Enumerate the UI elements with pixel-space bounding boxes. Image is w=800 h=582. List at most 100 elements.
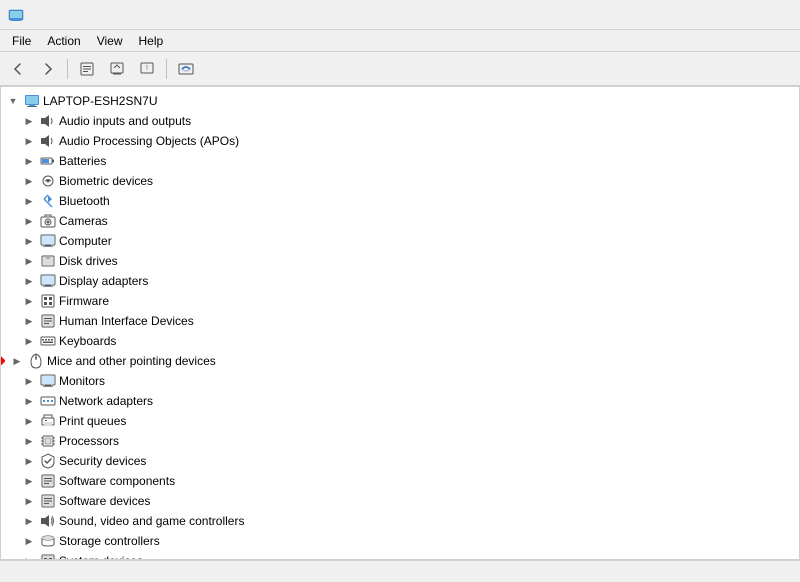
battery-icon (40, 153, 56, 169)
tree-item-batteries[interactable]: Batteries (1, 151, 799, 171)
node-label-software-dev: Software devices (59, 494, 150, 508)
window-controls (654, 0, 792, 30)
tree-item-computer[interactable]: Computer (1, 231, 799, 251)
expand-btn-mice[interactable] (9, 353, 25, 369)
tree-item-sound[interactable]: Sound, video and game controllers (1, 511, 799, 531)
update-driver-button[interactable] (103, 56, 131, 82)
scan-icon (178, 61, 194, 77)
expand-btn-print[interactable] (21, 413, 37, 429)
tree-item-storage[interactable]: Storage controllers (1, 531, 799, 551)
speaker-icon (40, 113, 56, 129)
expand-btn-security[interactable] (21, 453, 37, 469)
expand-btn-software-comp[interactable] (21, 473, 37, 489)
expand-btn-batteries[interactable] (21, 153, 37, 169)
node-label-biometric: Biometric devices (59, 174, 153, 188)
expand-btn-disk[interactable] (21, 253, 37, 269)
monitor-icon (40, 373, 56, 389)
tree-item-system[interactable]: System devices (1, 551, 799, 560)
toolbar-separator-1 (67, 59, 68, 79)
node-label-batteries: Batteries (59, 154, 106, 168)
tree-item-software-dev[interactable]: Software devices (1, 491, 799, 511)
minimize-button[interactable] (654, 0, 700, 30)
expand-btn-computer[interactable] (21, 233, 37, 249)
scan-button[interactable] (172, 56, 200, 82)
tree-item-firmware[interactable]: Firmware (1, 291, 799, 311)
expand-btn-cameras[interactable] (21, 213, 37, 229)
tree-item-display[interactable]: Display adapters (1, 271, 799, 291)
tree-item-bluetooth[interactable]: Bluetooth (1, 191, 799, 211)
root-label: LAPTOP-ESH2SN7U (43, 94, 158, 108)
expand-btn-display[interactable] (21, 273, 37, 289)
back-button[interactable] (4, 56, 32, 82)
tree-item-audio-apo[interactable]: Audio Processing Objects (APOs) (1, 131, 799, 151)
tree-item-hid[interactable]: Human Interface Devices (1, 311, 799, 331)
menu-file[interactable]: File (4, 30, 39, 51)
menu-action[interactable]: Action (39, 30, 88, 51)
forward-button[interactable] (34, 56, 62, 82)
tree-item-keyboards[interactable]: Keyboards (1, 331, 799, 351)
disk-icon (40, 253, 56, 269)
disable-icon: ! (139, 61, 155, 77)
tree-view-container[interactable]: LAPTOP-ESH2SN7U Audio inputs and outputs… (0, 86, 800, 560)
menu-view[interactable]: View (89, 30, 131, 51)
expand-btn-keyboards[interactable] (21, 333, 37, 349)
biometric-icon (40, 173, 56, 189)
tree-item-processors[interactable]: Processors (1, 431, 799, 451)
expand-btn-network[interactable] (21, 393, 37, 409)
node-label-audio-apo: Audio Processing Objects (APOs) (59, 134, 239, 148)
expand-btn-sound[interactable] (21, 513, 37, 529)
software-icon (40, 473, 56, 489)
tree-root[interactable]: LAPTOP-ESH2SN7U (1, 91, 799, 111)
expand-btn-audio-apo[interactable] (21, 133, 37, 149)
node-label-hid: Human Interface Devices (59, 314, 194, 328)
computer-icon (24, 93, 40, 109)
node-label-storage: Storage controllers (59, 534, 160, 548)
close-button[interactable] (746, 0, 792, 30)
node-label-monitors: Monitors (59, 374, 105, 388)
node-label-audio-io: Audio inputs and outputs (59, 114, 191, 128)
tree-item-software-comp[interactable]: Software components (1, 471, 799, 491)
tree-item-disk[interactable]: Disk drives (1, 251, 799, 271)
tree-item-mice[interactable]: ➜Mice and other pointing devices (1, 351, 799, 371)
tree-item-monitors[interactable]: Monitors (1, 371, 799, 391)
disable-button[interactable]: ! (133, 56, 161, 82)
mouse-icon (28, 353, 44, 369)
expand-btn-monitors[interactable] (21, 373, 37, 389)
computer-icon (40, 233, 56, 249)
expand-btn-processors[interactable] (21, 433, 37, 449)
node-label-disk: Disk drives (59, 254, 118, 268)
expand-btn-biometric[interactable] (21, 173, 37, 189)
node-label-bluetooth: Bluetooth (59, 194, 110, 208)
node-label-processors: Processors (59, 434, 119, 448)
tree-item-cameras[interactable]: Cameras (1, 211, 799, 231)
maximize-button[interactable] (700, 0, 746, 30)
speaker-icon (40, 133, 56, 149)
red-arrow-annotation: ➜ (0, 351, 6, 372)
security-icon (40, 453, 56, 469)
update-driver-icon (109, 61, 125, 77)
processor-icon (40, 433, 56, 449)
menu-help[interactable]: Help (131, 30, 172, 51)
tree-item-print[interactable]: Print queues (1, 411, 799, 431)
expand-btn-audio-io[interactable] (21, 113, 37, 129)
tree-item-security[interactable]: Security devices (1, 451, 799, 471)
expand-btn-software-dev[interactable] (21, 493, 37, 509)
expand-btn-bluetooth[interactable] (21, 193, 37, 209)
expand-btn-firmware[interactable] (21, 293, 37, 309)
toolbar-separator-2 (166, 59, 167, 79)
tree-item-network[interactable]: Network adapters (1, 391, 799, 411)
node-label-software-comp: Software components (59, 474, 175, 488)
node-label-sound: Sound, video and game controllers (59, 514, 244, 528)
tree-item-audio-io[interactable]: Audio inputs and outputs (1, 111, 799, 131)
properties-button[interactable] (73, 56, 101, 82)
hid-icon (40, 313, 56, 329)
svg-text:!: ! (146, 65, 148, 72)
network-icon (40, 393, 56, 409)
expand-root[interactable] (5, 93, 21, 109)
tree-item-biometric[interactable]: Biometric devices (1, 171, 799, 191)
firmware-icon (40, 293, 56, 309)
expand-btn-hid[interactable] (21, 313, 37, 329)
expand-btn-system[interactable] (21, 553, 37, 560)
storage-icon (40, 533, 56, 549)
expand-btn-storage[interactable] (21, 533, 37, 549)
